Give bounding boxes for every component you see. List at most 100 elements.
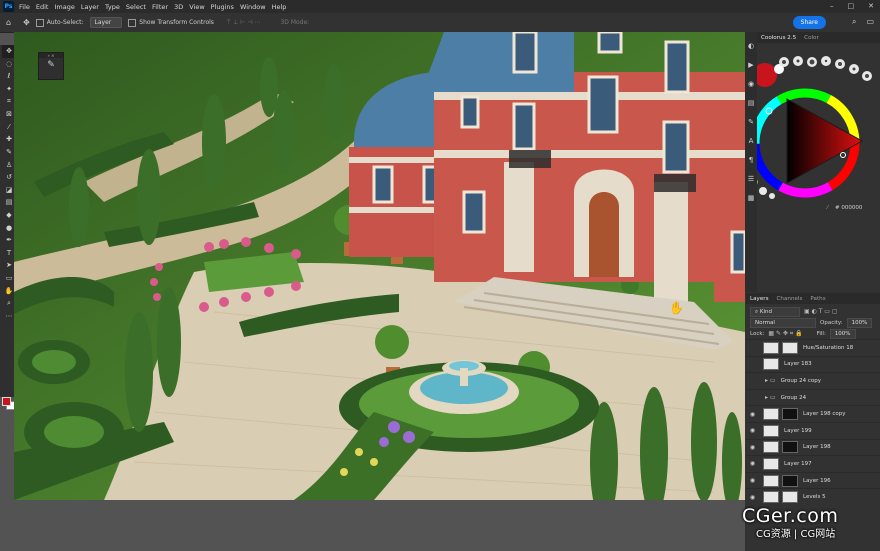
visibility-eye-icon[interactable]: ◉ <box>748 427 757 434</box>
color-panel-tabs: Coolorus 2.5 Color <box>757 32 880 43</box>
tab-channels[interactable]: Channels <box>777 296 803 302</box>
brush-settings-panel: » ✕ ✎ <box>38 52 64 80</box>
tab-paths[interactable]: Paths <box>810 296 825 302</box>
menu-type[interactable]: Type <box>105 3 120 11</box>
opacity-field[interactable]: 100% <box>846 317 873 328</box>
layer-row[interactable]: ▸ ▭ Group 24 <box>746 388 880 406</box>
close-icon[interactable]: ✕ <box>868 2 874 10</box>
layer-filter-kind[interactable]: ⌕ Kind <box>750 306 800 317</box>
layer-name: Layer 198 <box>803 444 831 451</box>
home-icon[interactable]: ⌂ <box>6 18 11 27</box>
minimize-icon[interactable]: – <box>830 2 834 10</box>
brush-preset-icon[interactable]: ✎ <box>39 60 63 70</box>
menu-file[interactable]: File <box>19 3 30 11</box>
move-tool-icon[interactable]: ✥ <box>23 18 30 27</box>
lock-icons[interactable]: ▦ ✎ ✥ ⌗ 🔒 <box>768 330 802 338</box>
search-icon[interactable]: ⌕ <box>852 17 856 27</box>
layer-thumbnail <box>763 408 779 421</box>
layer-name: Levels 5 <box>803 494 826 501</box>
adjustments-icon[interactable]: ◉ <box>748 80 754 88</box>
menu-select[interactable]: Select <box>126 3 146 11</box>
app-logo[interactable]: Ps <box>3 1 14 12</box>
panel-icon-strip: ◐ ▶ ◉ ▤ ✎ A ¶ ☰ ▦ <box>745 32 757 292</box>
window-controls: – □ ✕ <box>830 2 874 10</box>
tab-color[interactable]: Color <box>804 35 819 41</box>
layer-row[interactable]: ▸ ▭ Group 24 copy <box>746 372 880 389</box>
watermark-main: CGer.com <box>742 505 839 527</box>
visibility-eye-icon[interactable]: ◉ <box>748 460 757 467</box>
workspace-icon[interactable]: ▭ <box>866 17 874 27</box>
layer-thumbnail <box>763 341 779 354</box>
current-color-swatch <box>753 63 777 87</box>
color-wheel-area: # 000000 ⁄ <box>750 43 880 288</box>
layer-mask-thumbnail[interactable] <box>782 408 798 421</box>
hex-value[interactable]: # 000000 <box>835 205 863 211</box>
panel-collapse-icon[interactable]: » ✕ <box>39 53 63 58</box>
align-buttons[interactable]: ⊤ ⊥ ⊢ ⊣ ⋯ <box>226 19 261 26</box>
foreground-color-swatch[interactable] <box>2 397 11 406</box>
layer-row[interactable]: ◉ Layer 198 copy <box>746 405 880 422</box>
menu-bar: Ps File Edit Image Layer Type Select Fil… <box>0 0 880 13</box>
layer-name: Layer 197 <box>784 460 812 467</box>
visibility-eye-icon[interactable]: ◉ <box>748 411 757 418</box>
play-icon[interactable]: ▶ <box>748 61 753 69</box>
layer-mask-thumbnail[interactable] <box>782 441 798 454</box>
properties-icon[interactable]: ☰ <box>748 175 754 183</box>
auto-select-checkbox[interactable] <box>35 18 44 27</box>
maximize-icon[interactable]: □ <box>848 2 855 10</box>
menu-view[interactable]: View <box>189 3 204 11</box>
document-canvas[interactable]: ✋ <box>14 32 745 500</box>
layer-mask-thumbnail[interactable] <box>782 474 798 487</box>
filter-icons[interactable]: ▣ ◐ T ▭ ▢ <box>804 308 838 315</box>
fill-field[interactable]: 100% <box>829 328 856 339</box>
visibility-eye-icon[interactable]: ◉ <box>748 494 757 501</box>
layer-row[interactable]: ◉ Layer 197 <box>746 455 880 472</box>
layer-name: Group 24 <box>780 394 807 401</box>
tab-layers[interactable]: Layers <box>750 296 769 302</box>
paragraph-icon[interactable]: ¶ <box>749 156 753 164</box>
color-wheel[interactable]: # 000000 ⁄ <box>750 43 880 288</box>
layer-row[interactable]: ◉ Layer 196 <box>746 471 880 489</box>
options-bar: ⌂ ✥ Auto-Select: Layer Show Transform Co… <box>0 13 880 33</box>
layer-row[interactable]: ◉ Levels 5 <box>746 488 880 505</box>
layer-row[interactable]: ◉ Layer 198 <box>746 438 880 456</box>
swap-colors-icon[interactable] <box>759 187 767 195</box>
mode-3d-label: 3D Mode: <box>280 19 310 26</box>
layer-row[interactable]: Hue/Saturation 18 <box>746 339 880 356</box>
color-panel-icon[interactable]: ◐ <box>748 42 754 50</box>
menu-help[interactable]: Help <box>272 3 287 11</box>
layer-mask-thumbnail[interactable] <box>782 341 798 354</box>
blend-mode-dropdown[interactable]: Normal <box>750 317 816 328</box>
menu-plugins[interactable]: Plugins <box>211 3 234 11</box>
color-picker-handle[interactable] <box>840 152 846 158</box>
history-icon[interactable]: ▤ <box>748 99 755 107</box>
visibility-eye-icon[interactable]: ◉ <box>748 477 757 484</box>
auto-select-target-dropdown[interactable]: Layer <box>89 17 123 28</box>
layer-thumbnail <box>763 424 779 437</box>
layers-panel-tabs: Layers Channels Paths <box>746 293 880 304</box>
tab-coolorus[interactable]: Coolorus 2.5 <box>761 35 796 41</box>
reset-colors-icon[interactable] <box>769 193 775 199</box>
layer-row[interactable]: Layer 183 <box>746 355 880 373</box>
menu-image[interactable]: Image <box>54 3 74 11</box>
show-transform-checkbox[interactable] <box>128 18 137 27</box>
menu-edit[interactable]: Edit <box>36 3 49 11</box>
layer-row[interactable]: ◉ Layer 199 <box>746 421 880 439</box>
menu-3d[interactable]: 3D <box>174 3 183 11</box>
layer-name: Layer 196 <box>803 477 831 484</box>
layer-thumbnail <box>763 358 779 371</box>
menu-filter[interactable]: Filter <box>152 3 168 11</box>
character-icon[interactable]: A <box>749 137 754 145</box>
eyedropper-small-icon[interactable]: ⁄ <box>826 205 829 211</box>
visibility-eye-icon[interactable]: ◉ <box>748 444 757 451</box>
menu-layer[interactable]: Layer <box>81 3 99 11</box>
layer-name: Layer 183 <box>784 361 812 368</box>
layer-mask-thumbnail[interactable] <box>782 491 798 504</box>
share-button[interactable]: Share <box>792 16 826 29</box>
menu-window[interactable]: Window <box>240 3 266 11</box>
folder-icon: ▸ ▭ <box>765 394 776 402</box>
layer-name: Group 24 copy <box>780 377 821 384</box>
color-panel: Coolorus 2.5 Color # 000000 ⁄ <box>750 32 880 292</box>
brush-panel-icon[interactable]: ✎ <box>748 118 754 126</box>
swatches-icon[interactable]: ▦ <box>748 194 755 202</box>
